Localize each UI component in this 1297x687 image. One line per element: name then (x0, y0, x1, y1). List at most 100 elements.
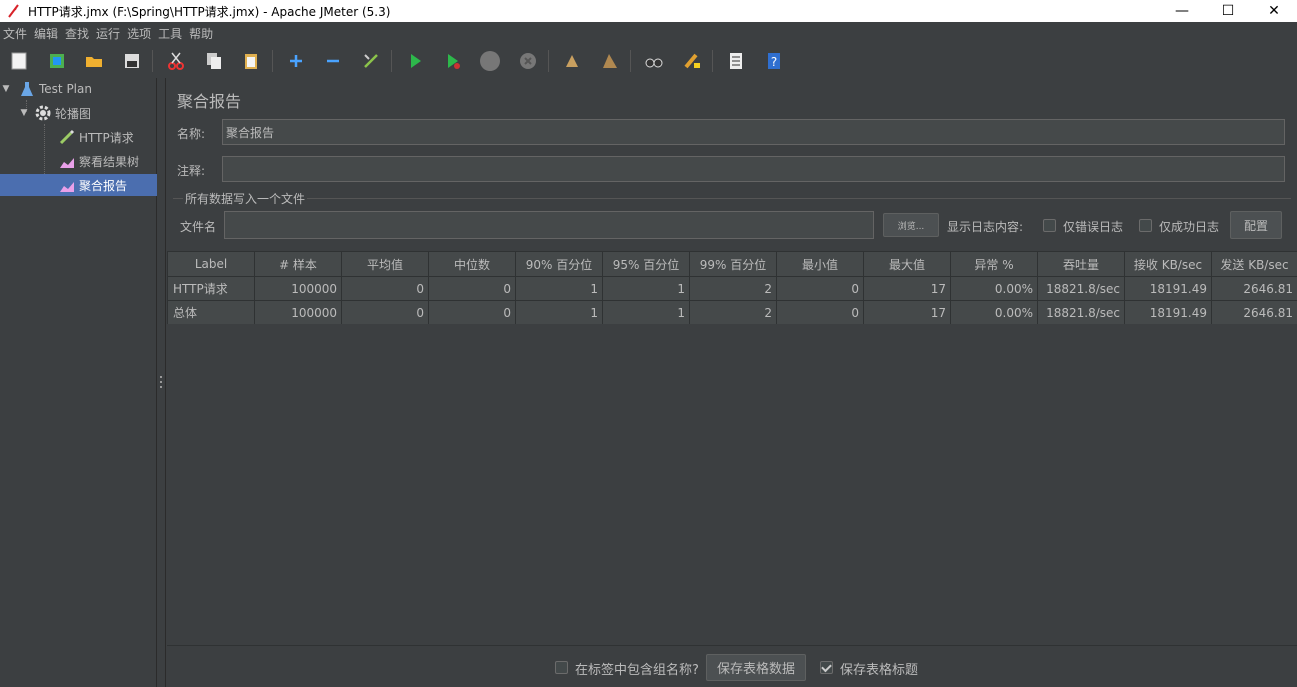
tree-item-label: Test Plan (39, 82, 92, 96)
table-cell: 0 (428, 276, 516, 301)
clear-icon[interactable] (559, 48, 585, 74)
tree-item-http-request[interactable]: HTTP请求 (58, 126, 157, 148)
table-cell: 1 (602, 300, 690, 325)
search-icon[interactable] (641, 48, 667, 74)
results-table: Label # 样本 平均值 中位数 90% 百分位 95% 百分位 99% 百… (167, 251, 1297, 325)
table-cell: 18191.49 (1124, 300, 1212, 325)
column-header[interactable]: 中位数 (428, 251, 516, 277)
toolbar-separator (271, 50, 273, 72)
tree-item-test-plan[interactable]: ▼ Test Plan (0, 78, 157, 100)
function-helper-icon[interactable] (723, 48, 749, 74)
flask-icon (18, 80, 36, 98)
table-cell: 18821.8/sec (1037, 276, 1125, 301)
paste-icon[interactable] (238, 48, 264, 74)
new-icon[interactable] (6, 48, 32, 74)
minimize-button[interactable]: — (1159, 0, 1205, 22)
table-cell: 0 (776, 276, 864, 301)
tree-item-thread-group[interactable]: ▼ 轮播图 (18, 102, 157, 124)
column-header[interactable]: 95% 百分位 (602, 251, 690, 277)
table-cell: 0.00% (950, 300, 1038, 325)
table-cell: 100000 (254, 276, 342, 301)
table-row[interactable]: 总体 100000 0 0 1 1 2 0 17 0.00% 18821.8/s… (167, 300, 1297, 325)
column-header[interactable]: # 样本 (254, 251, 342, 277)
shutdown-icon[interactable] (515, 48, 541, 74)
collapse-icon[interactable] (320, 48, 346, 74)
column-header[interactable]: 平均值 (341, 251, 429, 277)
column-header[interactable]: 吞吐量 (1037, 251, 1125, 277)
table-cell: 18191.49 (1124, 276, 1212, 301)
column-header[interactable]: 发送 KB/sec (1211, 251, 1297, 277)
reset-search-icon[interactable] (679, 48, 705, 74)
save-icon[interactable] (119, 48, 145, 74)
footer-bar: 在标签中包含组名称? 保存表格数据 保存表格标题 (167, 645, 1297, 687)
save-table-header-checkbox[interactable] (820, 661, 833, 674)
menu-file[interactable]: 文件 (0, 25, 31, 42)
configure-button[interactable]: 配置 (1230, 211, 1282, 239)
column-header[interactable]: 异常 % (950, 251, 1038, 277)
save-table-header-label: 保存表格标题 (840, 663, 919, 678)
column-header[interactable]: 90% 百分位 (515, 251, 603, 277)
filename-input[interactable] (224, 211, 874, 239)
pipette-icon (58, 128, 76, 146)
table-cell: 2 (689, 300, 777, 325)
toggle-icon[interactable] (358, 48, 384, 74)
jmeter-feather-icon (8, 4, 19, 18)
menu-help[interactable]: 帮助 (186, 25, 217, 42)
log-content-label: 显示日志内容: (947, 220, 1024, 234)
table-cell: 1 (515, 300, 603, 325)
column-header[interactable]: 接收 KB/sec (1124, 251, 1212, 277)
menu-bar: 文件 编辑 查找 运行 选项 工具 帮助 (0, 22, 1297, 44)
collapse-arrow-icon[interactable]: ▼ (0, 84, 12, 94)
menu-search[interactable]: 查找 (62, 25, 93, 42)
clear-all-icon[interactable] (597, 48, 623, 74)
toolbar-separator (152, 50, 153, 72)
table-cell: 2646.81 (1211, 300, 1297, 325)
close-button[interactable]: ✕ (1251, 0, 1297, 22)
success-only-checkbox[interactable] (1139, 219, 1152, 232)
cut-icon[interactable] (163, 48, 189, 74)
table-cell: 17 (863, 276, 951, 301)
test-plan-tree: ▼ Test Plan ▼ 轮播图 HTTP请求 察看结果树 聚合报告 (0, 78, 157, 687)
toolbar-separator (548, 50, 549, 72)
maximize-button[interactable]: ☐ (1205, 0, 1251, 22)
column-header[interactable]: 99% 百分位 (689, 251, 777, 277)
include-group-checkbox[interactable] (555, 661, 568, 674)
tree-item-view-results-tree[interactable]: 察看结果树 (58, 150, 157, 172)
table-row[interactable]: HTTP请求 100000 0 0 1 1 2 0 17 0.00% 18821… (167, 276, 1297, 301)
browse-button[interactable]: 浏览... (883, 213, 939, 237)
templates-icon[interactable] (44, 48, 70, 74)
table-empty-area (167, 324, 1297, 646)
toolbar-separator (630, 50, 631, 72)
help-icon[interactable]: ? (761, 48, 787, 74)
stop-icon[interactable] (477, 48, 503, 74)
start-icon[interactable] (402, 48, 428, 74)
table-cell: 17 (863, 300, 951, 325)
comment-input[interactable] (222, 156, 1285, 182)
table-cell: 2 (689, 276, 777, 301)
column-header[interactable]: 最大值 (863, 251, 951, 277)
errors-only-checkbox[interactable] (1043, 219, 1056, 232)
table-cell: 0 (428, 300, 516, 325)
group-divider (173, 198, 1291, 199)
copy-icon[interactable] (201, 48, 227, 74)
gear-icon (34, 104, 52, 122)
toolbar: ? (0, 44, 1297, 78)
splitter-handle[interactable] (157, 78, 166, 687)
open-icon[interactable] (81, 48, 107, 74)
window-title: HTTP请求.jmx (F:\Spring\HTTP请求.jmx) - Apac… (28, 4, 391, 19)
column-header[interactable]: 最小值 (776, 251, 864, 277)
name-input[interactable] (222, 119, 1285, 145)
menu-edit[interactable]: 编辑 (31, 25, 62, 42)
comment-label: 注释: (177, 164, 206, 178)
menu-tools[interactable]: 工具 (155, 25, 186, 42)
save-table-data-button[interactable]: 保存表格数据 (706, 654, 806, 681)
menu-run[interactable]: 运行 (93, 25, 124, 42)
collapse-arrow-icon[interactable]: ▼ (18, 108, 30, 118)
column-header[interactable]: Label (167, 251, 255, 277)
menu-options[interactable]: 选项 (124, 25, 155, 42)
errors-only-label: 仅错误日志 (1063, 220, 1124, 234)
tree-item-aggregate-report[interactable]: 聚合报告 (0, 174, 157, 196)
start-no-pause-icon[interactable] (440, 48, 466, 74)
expand-icon[interactable] (283, 48, 309, 74)
table-cell: 1 (515, 276, 603, 301)
